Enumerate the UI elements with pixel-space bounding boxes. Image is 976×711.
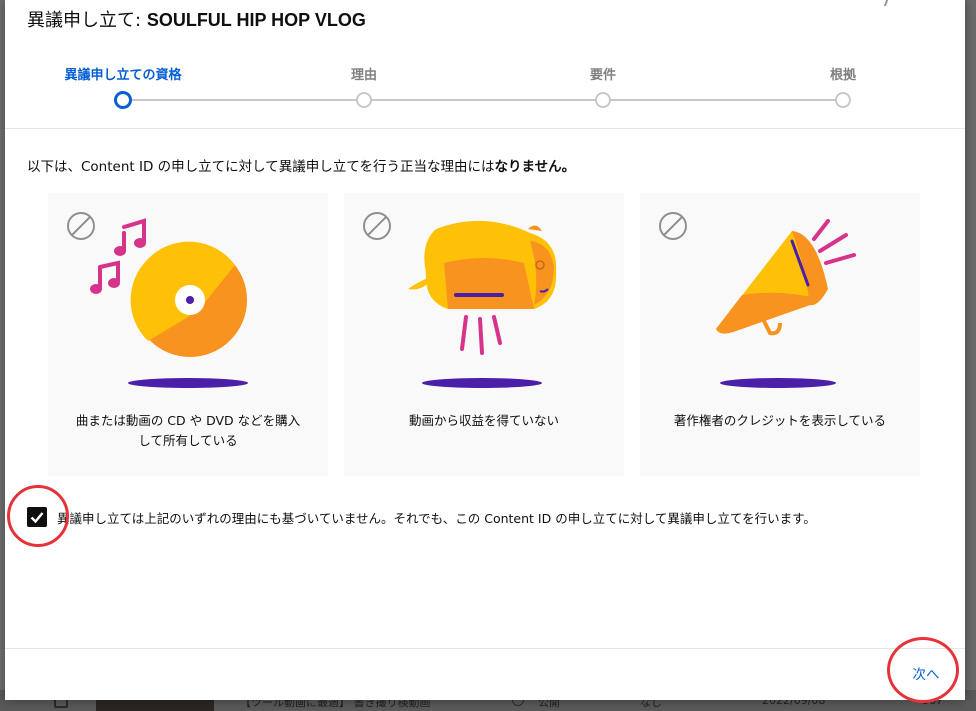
header-divider bbox=[5, 128, 965, 129]
step-label-basis: 根拠 bbox=[829, 68, 857, 83]
intro-text: 以下は、Content ID の申し立てに対して異議申し立てを行う正当な理由には… bbox=[27, 159, 576, 175]
step-label-requirements: 要件 bbox=[589, 68, 617, 83]
progress-stepper: 異議申し立ての資格 理由 要件 根拠 bbox=[5, 58, 965, 118]
dispute-dialog: 異議申し立て: SOULFUL HIP HOP VLOG 異議申し立ての資格 理… bbox=[5, 0, 965, 700]
piggy-bank-icon bbox=[408, 220, 557, 388]
stepper-track bbox=[123, 99, 845, 101]
footer-divider bbox=[5, 648, 965, 649]
background-scroll-area bbox=[965, 0, 976, 690]
vinyl-record-music-notes-icon bbox=[90, 218, 248, 388]
step-label-reason: 理由 bbox=[350, 68, 378, 83]
megaphone-icon bbox=[716, 219, 856, 388]
card-caption: 曲または動画の CD や DVD などを購入 して所有している bbox=[75, 413, 301, 448]
step-dot-basis bbox=[835, 92, 851, 108]
card-no-revenue: 動画から収益を得ていない bbox=[344, 193, 624, 476]
annotation-circle-checkbox bbox=[7, 485, 69, 547]
card-credit-shown: 著作権者のクレジットを表示している bbox=[640, 193, 920, 476]
confirmation-label: 異議申し立ては上記のいずれの理由にも基づいていません。それでも、この Conte… bbox=[57, 511, 816, 526]
step-label-eligibility: 異議申し立ての資格 bbox=[64, 68, 182, 83]
confirmation-row[interactable]: 異議申し立ては上記のいずれの理由にも基づいていません。それでも、この Conte… bbox=[5, 496, 965, 536]
card-purchased-media: 曲または動画の CD や DVD などを購入 して所有している bbox=[48, 193, 328, 476]
dialog-title: 異議申し立て: SOULFUL HIP HOP VLOG bbox=[27, 10, 366, 31]
card-caption: 動画から収益を得ていない bbox=[408, 413, 559, 428]
step-dot-reason bbox=[356, 92, 372, 108]
step-dot-requirements bbox=[595, 92, 611, 108]
dialog-corner-mark bbox=[883, 0, 897, 6]
annotation-circle-next bbox=[887, 637, 959, 703]
step-dot-eligibility bbox=[114, 91, 132, 109]
card-caption: 著作権者のクレジットを表示している bbox=[673, 413, 887, 428]
